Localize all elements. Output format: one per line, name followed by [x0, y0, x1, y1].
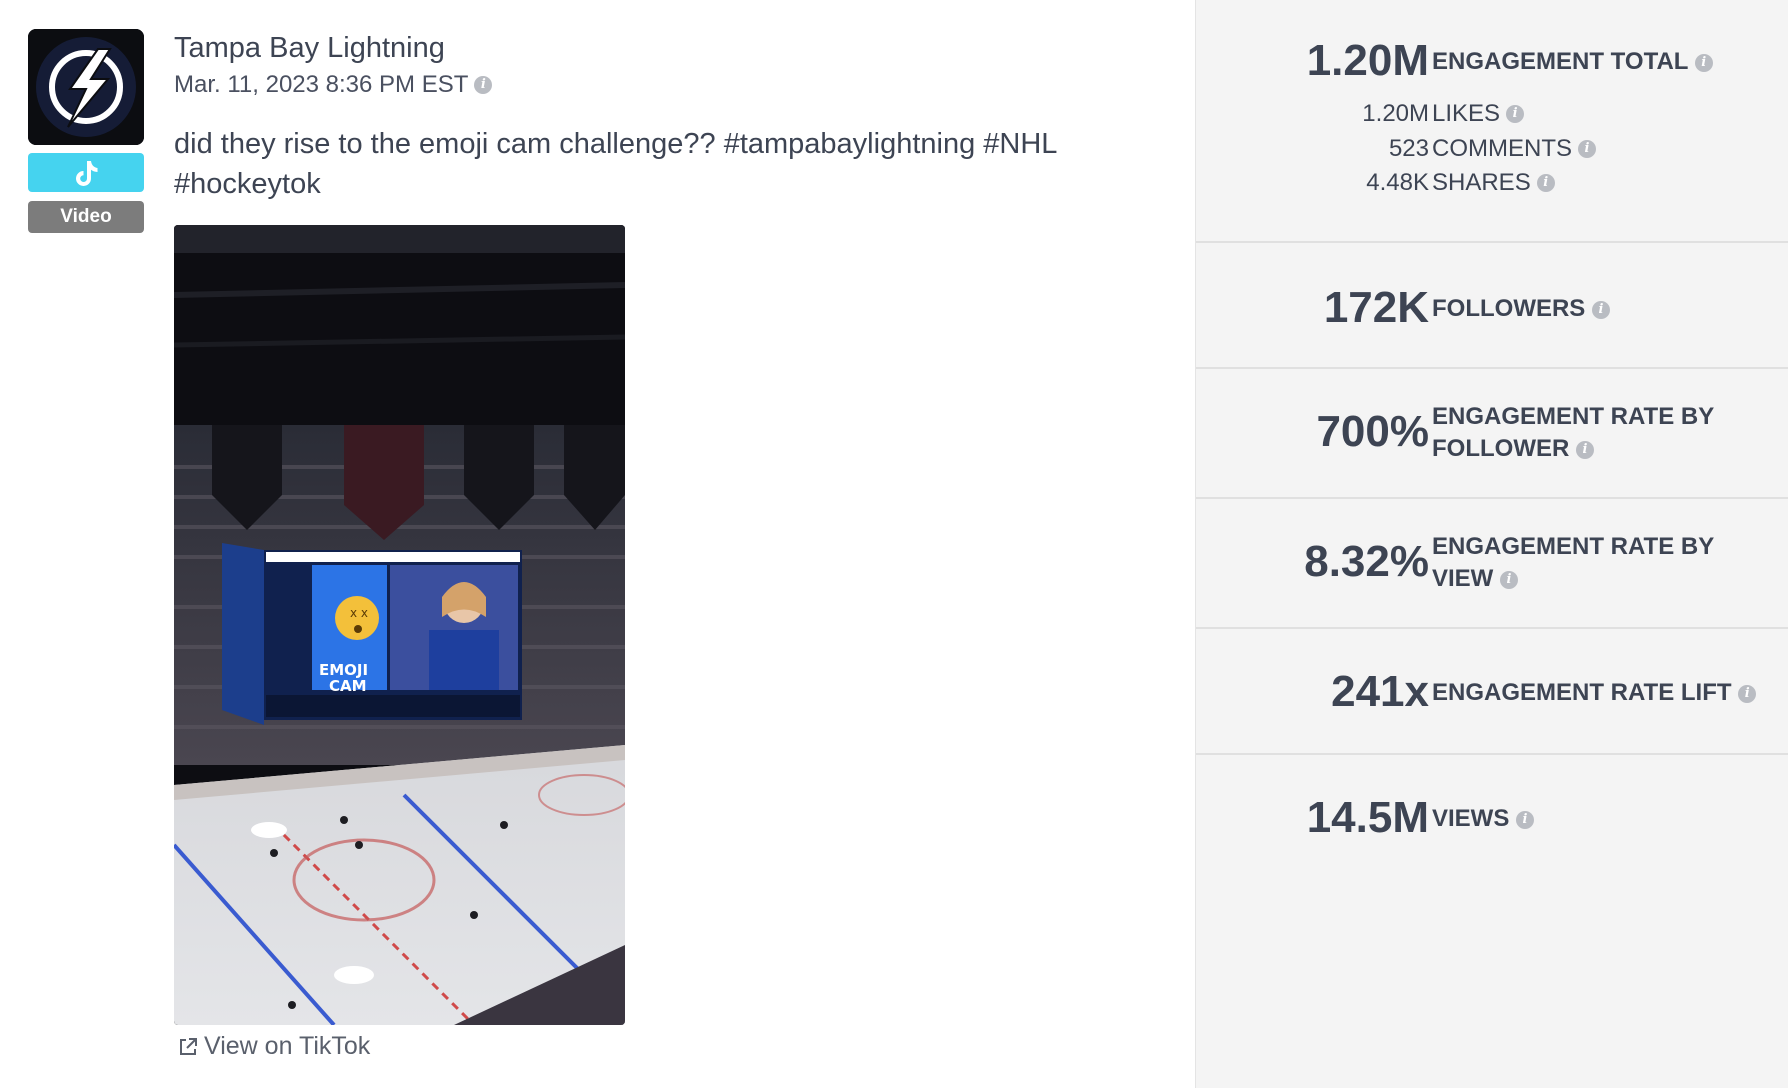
- likes-label-text: LIKES: [1432, 100, 1501, 127]
- followers-label-text: FOLLOWERS: [1432, 295, 1586, 322]
- post-date-row: Mar. 11, 2023 8:36 PM EST i: [174, 71, 493, 99]
- svg-text:x x: x x: [350, 606, 368, 620]
- engagement-rate-view-label-text: ENGAGEMENT RATE BY VIEW: [1432, 533, 1714, 592]
- engagement-rate-follower-label: ENGAGEMENT RATE BY FOLLOWER i: [1432, 401, 1762, 465]
- info-icon[interactable]: i: [1500, 570, 1519, 589]
- shares-value: 4.48K: [1366, 169, 1429, 196]
- info-icon[interactable]: i: [1516, 810, 1535, 829]
- comments-value: 523: [1388, 135, 1429, 162]
- shares-label: SHARES i: [1432, 169, 1555, 197]
- engagement-rate-follower-label-text: ENGAGEMENT RATE BY FOLLOWER: [1432, 403, 1714, 462]
- engagement-rate-view-label: ENGAGEMENT RATE BY VIEW i: [1432, 531, 1762, 595]
- info-icon[interactable]: i: [1575, 440, 1594, 459]
- engagement-rate-lift-section: 241x ENGAGEMENT RATE LIFT i: [1196, 629, 1788, 755]
- info-icon[interactable]: i: [1694, 53, 1713, 72]
- likes-row: 1.20M LIKES i: [1196, 96, 1788, 130]
- video-thumbnail[interactable]: x x EMOJI CAM: [174, 225, 625, 1025]
- profile-avatar[interactable]: [28, 29, 144, 145]
- view-on-tiktok-link[interactable]: View on TikTok: [176, 1032, 370, 1061]
- engagement-total-label-text: ENGAGEMENT TOTAL: [1432, 48, 1689, 75]
- views-label-text: VIEWS: [1432, 805, 1510, 832]
- info-icon[interactable]: i: [1592, 300, 1610, 319]
- post-caption: did they rise to the emoji cam challenge…: [174, 128, 1057, 200]
- view-link-label[interactable]: View on TikTok: [204, 1032, 370, 1061]
- likes-value: 1.20M: [1362, 100, 1429, 127]
- views-section: 14.5M VIEWS i: [1196, 755, 1788, 875]
- followers-value: 172K: [1323, 283, 1429, 332]
- tiktok-icon: [76, 160, 98, 186]
- author-name[interactable]: Tampa Bay Lightning: [174, 32, 445, 65]
- engagement-total-label: ENGAGEMENT TOTAL i: [1432, 46, 1762, 78]
- info-icon[interactable]: i: [1536, 174, 1555, 192]
- shares-label-text: SHARES: [1432, 169, 1531, 196]
- info-icon[interactable]: i: [1506, 105, 1525, 123]
- followers-section: 172K FOLLOWERS i: [1196, 243, 1788, 369]
- shares-row: 4.48K SHARES i: [1196, 165, 1788, 199]
- external-link-icon: [180, 1037, 197, 1055]
- info-icon[interactable]: i: [474, 76, 493, 94]
- tiktok-platform-badge: [28, 153, 144, 192]
- engagement-rate-follower-value: 700%: [1316, 407, 1429, 456]
- engagement-total-section: 1.20M ENGAGEMENT TOTAL i 1.20M LIKES i 52…: [1196, 0, 1788, 243]
- views-value: 14.5M: [1306, 793, 1429, 842]
- arena-video-image: x x EMOJI CAM: [174, 225, 625, 1025]
- post-date: Mar. 11, 2023 8:36 PM EST: [174, 71, 469, 98]
- engagement-rate-view-value: 8.32%: [1304, 537, 1429, 586]
- followers-label: FOLLOWERS i: [1432, 293, 1762, 325]
- engagement-rate-lift-value: 241x: [1331, 667, 1429, 716]
- info-icon[interactable]: i: [1578, 140, 1596, 158]
- comments-row: 523 COMMENTS i: [1196, 131, 1788, 165]
- comments-label: COMMENTS i: [1432, 135, 1596, 163]
- engagement-rate-lift-label: ENGAGEMENT RATE LIFT i: [1432, 677, 1762, 709]
- svg-text:CAM: CAM: [329, 677, 367, 695]
- stats-panel: 1.20M ENGAGEMENT TOTAL i 1.20M LIKES i 52…: [1195, 0, 1788, 1088]
- engagement-rate-lift-label-text: ENGAGEMENT RATE LIFT: [1432, 679, 1732, 706]
- lightning-logo-icon: [28, 29, 144, 145]
- engagement-total-value: 1.20M: [1306, 36, 1429, 85]
- post-type-badge: Video: [28, 201, 144, 233]
- views-label: VIEWS i: [1432, 803, 1762, 835]
- info-icon[interactable]: i: [1738, 684, 1757, 703]
- engagement-rate-view-section: 8.32% ENGAGEMENT RATE BY VIEW i: [1196, 499, 1788, 629]
- likes-label: LIKES i: [1432, 100, 1525, 128]
- engagement-rate-follower-section: 700% ENGAGEMENT RATE BY FOLLOWER i: [1196, 369, 1788, 499]
- comments-label-text: COMMENTS: [1432, 135, 1572, 162]
